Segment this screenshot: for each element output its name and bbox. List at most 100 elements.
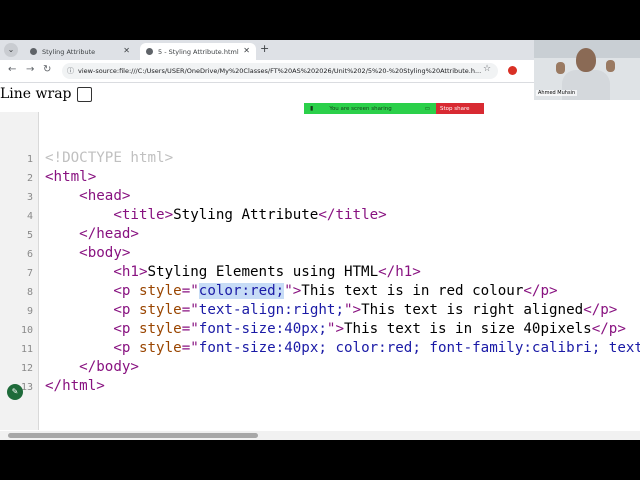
source-token [45, 207, 113, 223]
tab-styling-attribute[interactable]: Styling Attribute ✕ [24, 43, 136, 60]
source-token: </head> [79, 226, 139, 242]
line-wrap-checkbox[interactable] [76, 86, 92, 102]
scrollbar-thumb[interactable] [8, 433, 258, 438]
stop-share-label: Stop share [440, 105, 470, 112]
source-token: </p> [523, 283, 558, 299]
annotate-pen-icon[interactable]: ✎ [7, 384, 23, 400]
line-number: 4 [26, 211, 33, 222]
site-info-icon[interactable]: ⓘ [67, 63, 74, 79]
source-token: "> [344, 302, 362, 318]
webcam-overlay: Ahmed Muhsin [534, 40, 640, 100]
source-token: <!DOCTYPE html> [45, 150, 174, 166]
line-number: 2 [26, 173, 33, 184]
source-token: style [138, 302, 182, 318]
source-token [45, 340, 113, 356]
source-line: </body> [45, 359, 139, 375]
source-token: style [138, 340, 182, 356]
line-number: 3 [26, 192, 33, 203]
source-token: </p> [591, 321, 626, 337]
source-line: <body> [45, 245, 130, 261]
source-token: Styling Elements using HTML [147, 264, 379, 280]
source-line: <h1>Styling Elements using HTML</h1> [45, 264, 421, 280]
tab-label: 5 - Styling Attribute.html [158, 47, 239, 56]
presenter-hand [606, 60, 615, 72]
browser-window: ⌄ Styling Attribute ✕ 5 - Styling Attrib… [0, 40, 640, 440]
presenter-head [576, 48, 596, 72]
source-token: This text is in size 40pixels [344, 321, 592, 337]
new-tab-icon[interactable]: + [260, 42, 269, 55]
source-line: <head> [45, 188, 130, 204]
source-token: </body> [79, 359, 139, 375]
tab-search-icon[interactable]: ⌄ [4, 43, 18, 57]
source-line: <p style="color:red;">This text is in re… [45, 283, 558, 299]
screen-share-banner: ▮ You are screen sharing ▭ Stop share [304, 103, 484, 114]
source-line: </head> [45, 226, 139, 242]
source-token: =" [181, 283, 199, 299]
source-token [45, 302, 113, 318]
close-icon[interactable]: ✕ [243, 46, 250, 55]
source-token [45, 321, 113, 337]
stop-share-button[interactable]: Stop share [436, 103, 484, 114]
participant-name: Ahmed Muhsin [536, 90, 578, 96]
source-token: <p [113, 283, 139, 299]
source-token: <html> [45, 169, 97, 185]
line-number: 5 [26, 230, 33, 241]
source-token: <head> [79, 188, 131, 204]
source-token: Styling Attribute [173, 207, 319, 223]
close-icon[interactable]: ✕ [123, 46, 130, 55]
source-token: <p [113, 340, 139, 356]
page-icon [146, 48, 153, 55]
camera-icon: ▮ [310, 105, 314, 112]
source-line: <!DOCTYPE html> [45, 150, 173, 166]
horizontal-scrollbar[interactable] [0, 431, 640, 440]
tab-label: Styling Attribute [42, 47, 96, 56]
source-token [45, 283, 113, 299]
source-token: style [138, 321, 182, 337]
back-icon[interactable]: ← [8, 64, 16, 75]
source-line: <title>Styling Attribute</title> [45, 207, 387, 223]
line-number: 8 [26, 287, 33, 298]
page-icon [30, 48, 37, 55]
tab-source-view[interactable]: 5 - Styling Attribute.html ✕ [140, 43, 256, 60]
url-input[interactable]: ⓘ view-source:file:///C:/Users/USER/OneD… [62, 63, 498, 79]
line-number: 1 [26, 154, 33, 165]
line-number: 7 [26, 268, 33, 279]
url-text: view-source:file:///C:/Users/USER/OneDri… [78, 67, 482, 75]
source-token: text-align:right; [198, 302, 344, 318]
source-token [45, 226, 79, 242]
source-token: font-size:40px; color:red; font-family:c… [198, 340, 640, 356]
source-token: <body> [79, 245, 131, 261]
source-line: <p style="font-size:40px;">This text is … [45, 321, 626, 337]
source-token: <title> [113, 207, 174, 223]
line-number: 9 [26, 306, 33, 317]
line-wrap-label: Line wrap [0, 86, 72, 102]
line-number: 6 [26, 249, 33, 260]
source-token: style [138, 283, 182, 299]
source-token: </html> [45, 378, 105, 394]
source-token [45, 245, 79, 261]
source-token: </p> [583, 302, 618, 318]
line-wrap-toggle[interactable]: Line wrap [0, 86, 92, 102]
reload-icon[interactable]: ↻ [43, 64, 51, 75]
source-token: </h1> [378, 264, 421, 280]
source-token: =" [181, 302, 199, 318]
source-token: "> [284, 283, 302, 299]
presenter-hand [556, 62, 565, 74]
source-token: This text is right aligned [361, 302, 584, 318]
profile-icon[interactable] [508, 66, 517, 75]
forward-icon[interactable]: → [26, 64, 34, 75]
share-message: You are screen sharing [329, 105, 392, 112]
source-line: <p style="font-size:40px; color:red; fon… [45, 340, 640, 356]
source-token: "> [326, 321, 344, 337]
source-token: =" [181, 340, 199, 356]
line-number: 12 [20, 363, 33, 374]
source-token [45, 359, 79, 375]
source-token: <h1> [113, 264, 148, 280]
source-token: </title> [318, 207, 387, 223]
source-token: <p [113, 321, 139, 337]
bookmark-star-icon[interactable]: ☆ [483, 64, 491, 74]
line-number: 11 [20, 344, 33, 355]
source-token [45, 188, 79, 204]
source-token [45, 264, 113, 280]
screen-share-icon: ▭ [424, 105, 430, 112]
